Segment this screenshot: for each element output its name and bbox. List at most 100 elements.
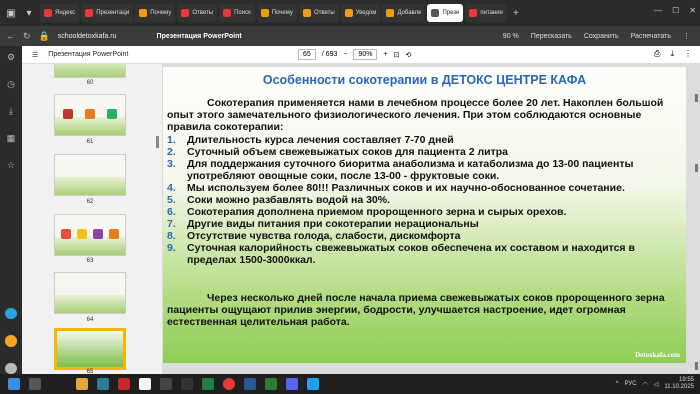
page-scrollbar[interactable] — [695, 92, 698, 392]
zoom-field[interactable]: 90% — [353, 49, 378, 60]
rotate-icon[interactable]: ⟲ — [405, 51, 411, 59]
search-icon[interactable] — [29, 378, 41, 390]
thumbnail[interactable] — [54, 154, 126, 196]
thumbnail[interactable] — [54, 272, 126, 314]
thumbnail[interactable] — [54, 214, 126, 256]
browser-tab[interactable]: Ответы — [298, 4, 339, 22]
bookmark-icon[interactable]: ☆ — [7, 160, 15, 171]
thumbnail[interactable] — [54, 94, 126, 136]
reload-icon[interactable]: ↻ — [23, 31, 31, 42]
app-icon[interactable] — [307, 378, 319, 390]
volume-icon[interactable]: ◁ — [654, 381, 659, 388]
app-icon[interactable] — [265, 378, 277, 390]
thumbnail[interactable] — [54, 64, 126, 78]
apps-icon[interactable]: ▦ — [7, 133, 16, 144]
list-item: 5. Соки можно разбавлять водой на 30%. — [167, 194, 682, 206]
zoom-out-icon[interactable]: − — [343, 51, 347, 58]
file-explorer-icon[interactable] — [76, 378, 88, 390]
system-tray: ^ РУС ◠ ◁ 19:55 11.10.2025 — [616, 377, 694, 391]
browser-tab[interactable]: Яндекс — [40, 4, 80, 22]
tab-favicon-icon — [469, 9, 478, 17]
excel-icon[interactable] — [202, 378, 214, 390]
list-item-text: Соки можно разбавлять водой на 30%. — [187, 194, 391, 206]
clock[interactable]: 19:55 11.10.2025 — [664, 377, 694, 391]
alice-icon[interactable] — [5, 362, 17, 374]
music-icon[interactable] — [5, 335, 17, 347]
tabs-list-icon[interactable]: ▾ — [22, 6, 36, 20]
print-icon[interactable]: ⎙ — [654, 49, 660, 59]
menu-icon[interactable]: ⋮ — [683, 32, 690, 40]
thumbnail-scrollbar[interactable] — [156, 136, 159, 148]
edge-icon[interactable] — [97, 378, 109, 390]
rules-list: 1. Длительность курса лечения составляет … — [167, 134, 682, 266]
yandex-browser-icon[interactable] — [223, 378, 235, 390]
list-item: 2. Суточный объем свежевыжатых соков для … — [167, 146, 682, 158]
page-number-input[interactable]: 65 — [298, 49, 316, 60]
tab-favicon-icon — [85, 9, 94, 17]
maximize-icon[interactable]: ☐ — [672, 6, 679, 15]
address-bar: ← ↻ 🔒 schooldetoxkafa.ru Презентация Pow… — [0, 26, 700, 46]
thumbnail-selected[interactable] — [54, 328, 126, 370]
language-indicator[interactable]: РУС — [625, 381, 637, 387]
document-title: Презентация PowerPoint — [48, 51, 129, 58]
tab-favicon-icon — [181, 9, 190, 17]
discord-icon[interactable] — [286, 378, 298, 390]
minimize-icon[interactable]: — — [654, 6, 662, 15]
app-icon[interactable] — [181, 378, 193, 390]
clock-icon[interactable]: ◷ — [7, 79, 15, 90]
more-icon[interactable]: ⋮ — [684, 49, 692, 59]
zoom-indicator[interactable]: 90 % — [503, 33, 519, 40]
windows-start-icon[interactable] — [8, 378, 20, 390]
url-text[interactable]: schooldetoxkafa.ru — [58, 33, 117, 40]
list-item-text: Мы используем более 80!!! Различных соко… — [187, 182, 625, 194]
fit-page-icon[interactable]: ⊡ — [394, 51, 400, 59]
browser-tab[interactable]: Поиск — [219, 4, 255, 22]
tab-label: Яндекс — [55, 10, 76, 16]
tab-actions-icon[interactable]: ▣ — [4, 6, 18, 20]
window-controls: — ☐ ✕ — [654, 6, 696, 15]
telegram-icon[interactable] — [5, 307, 17, 320]
tab-favicon-icon — [44, 9, 52, 17]
page-title: Презентация PowerPoint — [156, 32, 242, 40]
list-item-text: Другие виды питания при сокотерапии нера… — [187, 218, 479, 230]
slide: Особенности сокотерапии в ДЕТОКС ЦЕНТРЕ … — [163, 67, 686, 363]
hamburger-icon[interactable]: ☰ — [32, 51, 38, 59]
back-icon[interactable]: ← — [6, 31, 15, 41]
wifi-icon[interactable]: ◠ — [643, 381, 648, 388]
app-icon[interactable] — [160, 378, 172, 390]
print-button[interactable]: Распечатать — [631, 33, 671, 40]
close-icon[interactable]: ✕ — [689, 6, 696, 15]
save-button[interactable]: Сохранить — [584, 33, 619, 40]
tab-favicon-icon — [386, 9, 395, 17]
zoom-in-icon[interactable]: + — [383, 51, 387, 58]
list-item-text: Отсутствие чувства голода, слабости, дис… — [187, 230, 461, 242]
list-item-text: Суточный объем свежевыжатых соков для па… — [187, 146, 508, 158]
list-item-number: 7. — [167, 218, 176, 230]
thumbnail-label: 60 — [86, 80, 94, 86]
new-tab-icon[interactable]: + — [509, 6, 523, 20]
lock-icon: 🔒 — [38, 30, 50, 41]
tab-label: Презе — [442, 10, 460, 16]
download-icon[interactable]: ⤓ — [9, 106, 13, 117]
tab-label: Поиск — [234, 10, 251, 16]
download-pdf-icon[interactable]: ⤓ — [670, 49, 674, 59]
chrome-icon[interactable] — [139, 378, 151, 390]
browser-tab[interactable]: Добавле — [382, 4, 426, 22]
browser-tab[interactable]: Презе — [427, 4, 464, 22]
browser-tab[interactable]: Ответы — [177, 4, 218, 22]
browser-tab-bar: ▣ ▾ Яндекс Презентаци Почему Ответы Поиск Поч… — [0, 0, 700, 26]
tray-chevron-icon[interactable]: ^ — [616, 381, 619, 387]
browser-tab[interactable]: Уведом — [340, 4, 381, 22]
list-item: 7. Другие виды питания при сокотерапии не… — [167, 218, 682, 230]
settings-icon[interactable]: ⚙ — [7, 52, 15, 63]
watermark: Detoxkafa.com — [635, 351, 680, 359]
tab-favicon-icon — [302, 9, 311, 17]
slide-title: Особенности сокотерапии в ДЕТОКС ЦЕНТРЕ … — [262, 73, 587, 87]
app-icon[interactable] — [118, 378, 130, 390]
browser-tab[interactable]: Почему — [256, 4, 297, 22]
word-icon[interactable] — [244, 378, 256, 390]
retell-button[interactable]: Пересказать — [531, 33, 572, 40]
browser-tab[interactable]: питание — [465, 4, 507, 22]
browser-tab[interactable]: Почему — [135, 4, 176, 22]
browser-tab[interactable]: Презентаци — [81, 4, 134, 22]
